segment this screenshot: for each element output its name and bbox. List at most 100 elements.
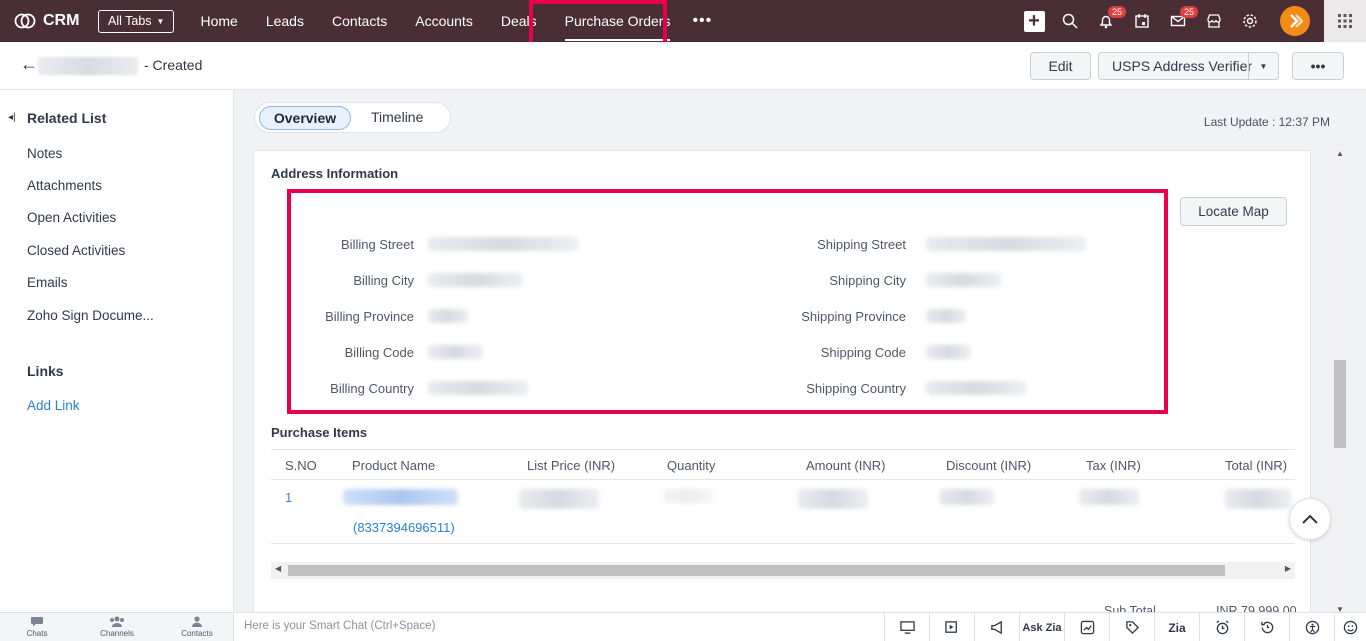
back-arrow-icon[interactable]: ←: [20, 54, 38, 75]
shipping-city-label: Shipping City: [829, 273, 906, 288]
smart-chat-input[interactable]: Here is your Smart Chat (Ctrl+Space): [244, 620, 435, 632]
shipping-code-value-redacted: [926, 345, 971, 359]
all-tabs-dropdown[interactable]: All Tabs ▼: [98, 9, 175, 33]
mail-button[interactable]: 25: [1160, 0, 1199, 42]
horizontal-scroll-thumb[interactable]: [288, 565, 1225, 576]
column-total: Total (INR): [1225, 458, 1288, 473]
chevron-right-icon: [1290, 14, 1303, 28]
billing-city-value-redacted: [428, 273, 523, 287]
table-row: 1 (8337394696511): [271, 480, 1295, 544]
total-redacted: [1225, 489, 1291, 509]
grid-icon: [1338, 14, 1352, 28]
brand-name: CRM: [43, 12, 80, 29]
search-icon: [1062, 13, 1078, 29]
chats-button[interactable]: Chats: [7, 616, 67, 638]
bottom-left-tools: Chats Channels Contacts: [0, 613, 234, 641]
add-link[interactable]: Add Link: [27, 398, 80, 413]
tag-button[interactable]: [1109, 613, 1154, 641]
usps-address-verifier-button[interactable]: USPS Address Verifier ▼: [1098, 52, 1279, 80]
tab-home[interactable]: Home: [186, 0, 251, 42]
media-button[interactable]: [929, 613, 974, 641]
chat-icon: [31, 617, 43, 627]
feedback-button[interactable]: [1334, 613, 1366, 641]
marketplace-button[interactable]: [1196, 0, 1232, 42]
list-price-redacted: [519, 489, 599, 509]
calendar-button[interactable]: [1124, 0, 1160, 42]
crm-logo[interactable]: CRM: [14, 12, 98, 30]
sidebar-item-notes[interactable]: Notes: [27, 146, 62, 161]
shipping-code-label: Shipping Code: [820, 345, 906, 360]
billing-street-value-redacted: [428, 237, 578, 251]
record-header: ← - Created Edit USPS Address Verifier ▼…: [0, 42, 1366, 90]
tab-accounts[interactable]: Accounts: [401, 0, 487, 42]
tax-redacted: [1079, 489, 1139, 505]
search-button[interactable]: [1052, 0, 1088, 42]
caret-down-icon: ▼: [1248, 53, 1278, 79]
column-discount: Discount (INR): [946, 458, 1032, 473]
gear-icon: [1243, 14, 1257, 28]
related-list-title: Related List: [27, 110, 107, 126]
amount-redacted: [798, 489, 868, 509]
create-button[interactable]: +: [1016, 0, 1052, 42]
accessibility-icon: [1305, 620, 1319, 635]
accessibility-button[interactable]: [1289, 613, 1334, 641]
apps-grid-button[interactable]: [1324, 0, 1366, 42]
sidebar-item-attachments[interactable]: Attachments: [27, 178, 102, 193]
tag-icon: [1125, 621, 1139, 635]
alarm-clock-icon: [1215, 620, 1229, 635]
purchase-items-title: Purchase Items: [271, 425, 368, 440]
product-name-redacted[interactable]: [343, 489, 458, 505]
scroll-up-icon[interactable]: ▲: [1336, 149, 1344, 158]
alarm-button[interactable]: [1199, 613, 1244, 641]
vertical-scroll-track[interactable]: ▲ ▼: [1332, 145, 1348, 614]
billing-province-label: Billing Province: [325, 309, 414, 324]
collapse-caret-icon[interactable]: ◂|: [8, 112, 16, 123]
sidebar-item-closed-activities[interactable]: Closed Activities: [27, 243, 125, 258]
sidebar-item-open-activities[interactable]: Open Activities: [27, 210, 116, 225]
announcements-button[interactable]: [974, 613, 1019, 641]
horizontal-scrollbar[interactable]: ◀ ▶: [271, 562, 1295, 579]
contacts-button[interactable]: Contacts: [167, 616, 227, 638]
address-information-title: Address Information: [271, 166, 399, 181]
screen-share-button[interactable]: [884, 613, 929, 641]
tab-contacts[interactable]: Contacts: [318, 0, 401, 42]
related-list-sidebar: ◂| Related List Notes Attachments Open A…: [0, 90, 234, 612]
user-avatar[interactable]: [1280, 6, 1310, 36]
chats-label: Chats: [26, 629, 48, 638]
edit-button[interactable]: Edit: [1030, 52, 1091, 80]
settings-button[interactable]: [1232, 0, 1268, 42]
vertical-scroll-thumb[interactable]: [1334, 360, 1346, 448]
product-code[interactable]: (8337394696511): [353, 520, 455, 535]
contacts-label: Contacts: [181, 629, 213, 638]
sidebar-item-zoho-sign[interactable]: Zoho Sign Docume...: [27, 308, 154, 323]
channels-button[interactable]: Channels: [87, 616, 147, 638]
column-amount: Amount (INR): [806, 458, 886, 473]
history-button[interactable]: [1244, 613, 1289, 641]
ask-zia-button[interactable]: Ask Zia: [1019, 613, 1064, 641]
column-product-name: Product Name: [352, 458, 436, 473]
more-tabs-button[interactable]: •••: [684, 12, 720, 30]
tab-overview[interactable]: Overview: [259, 106, 351, 130]
all-tabs-label: All Tabs: [108, 14, 152, 28]
notifications-button[interactable]: 25: [1088, 0, 1127, 42]
tab-timeline[interactable]: Timeline: [371, 109, 423, 125]
analytics-button[interactable]: [1064, 613, 1109, 641]
monitor-icon: [899, 621, 915, 634]
scroll-left-icon[interactable]: ◀: [275, 564, 281, 573]
last-update: Last Update : 12:37 PM: [1203, 115, 1330, 129]
bottom-bar: Chats Channels Contacts Here is your Sma…: [0, 612, 1366, 641]
more-actions-button[interactable]: •••: [1292, 52, 1344, 80]
shipping-country-value-redacted: [926, 381, 1026, 395]
vertical-scrollbar[interactable]: ▲ ▼: [1332, 90, 1366, 614]
person-icon: [192, 616, 202, 627]
locate-map-button[interactable]: Locate Map: [1180, 197, 1287, 226]
sidebar-item-emails[interactable]: Emails: [27, 275, 68, 290]
column-quantity: Quantity: [667, 458, 716, 473]
calendar-icon: [1135, 14, 1149, 28]
scroll-right-icon[interactable]: ▶: [1285, 564, 1291, 573]
tab-leads[interactable]: Leads: [252, 0, 318, 42]
crm-logo-icon: [14, 13, 36, 29]
zia-button[interactable]: Zia: [1154, 613, 1199, 641]
scroll-to-top-button[interactable]: [1289, 498, 1331, 540]
caret-down-icon: ▼: [156, 16, 165, 26]
